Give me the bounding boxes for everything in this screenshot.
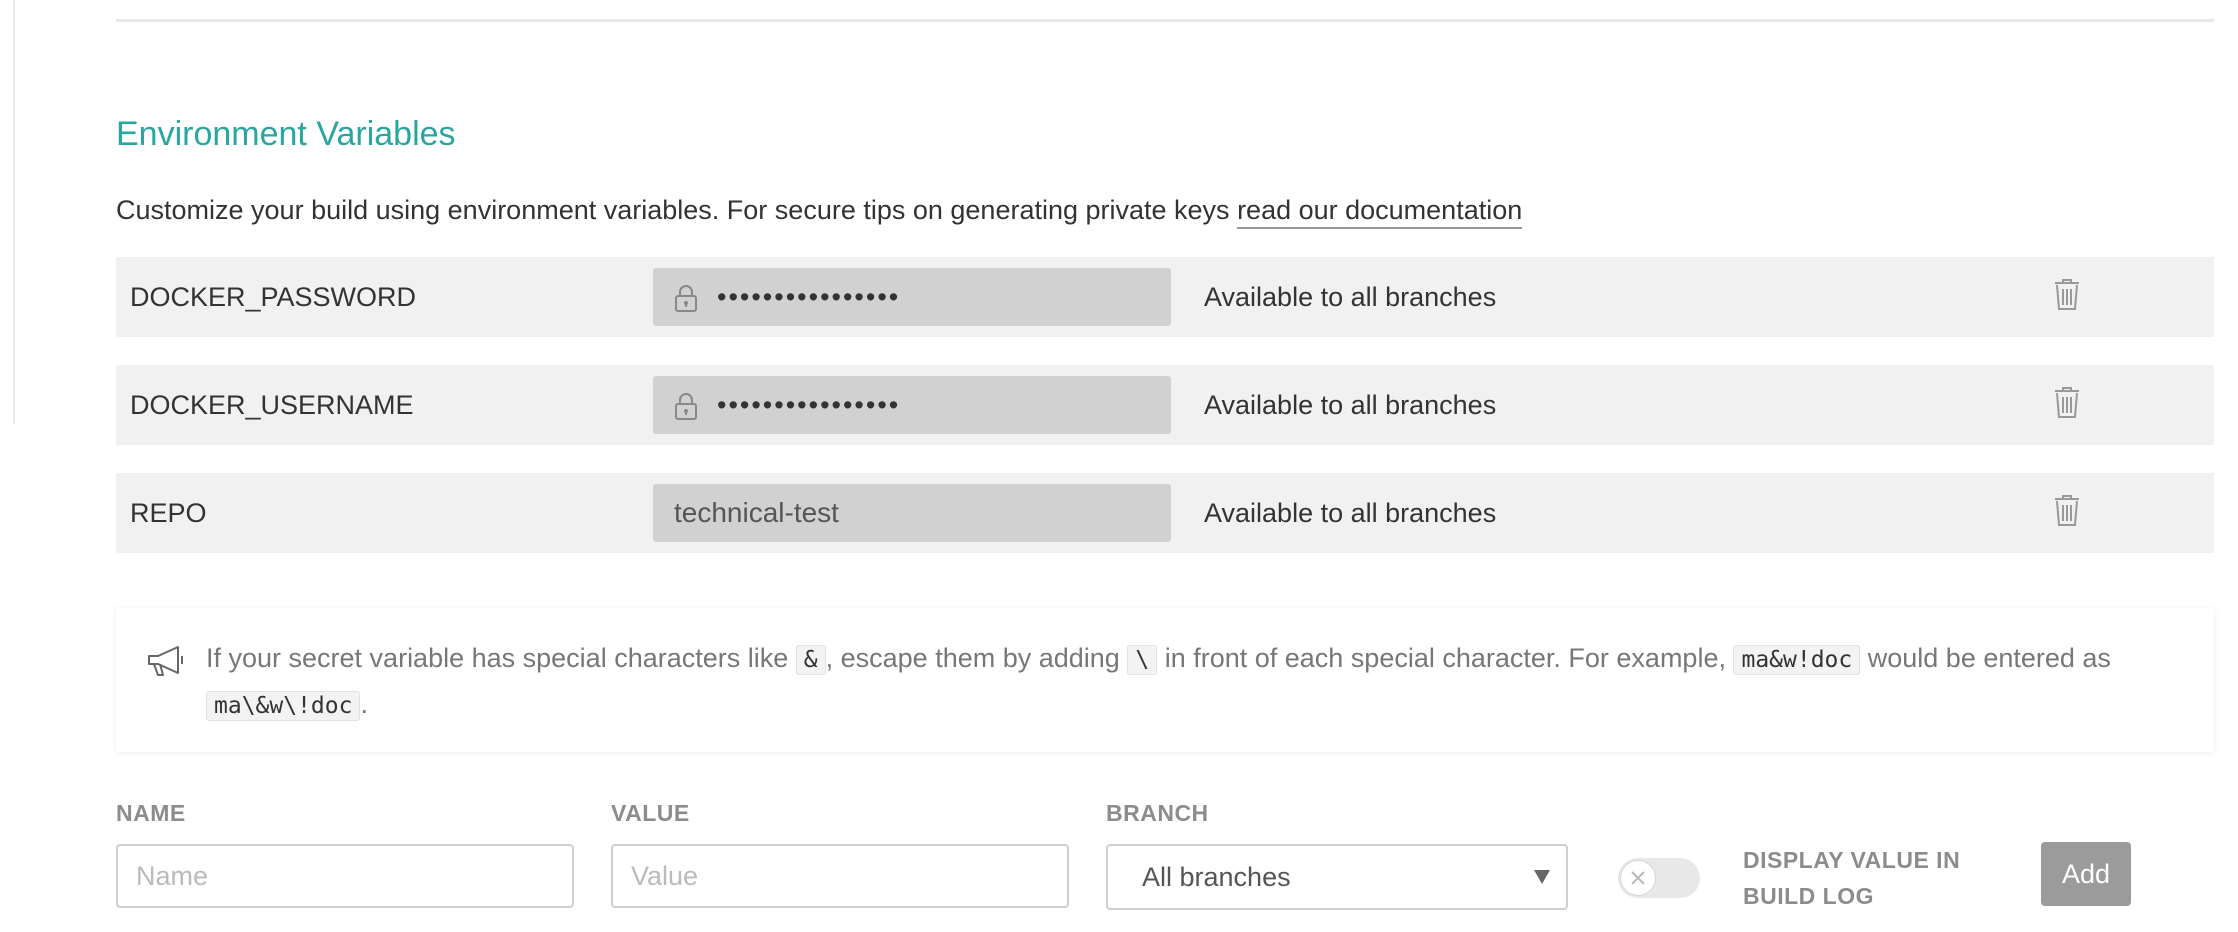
env-var-value: •••••••••••••••• — [653, 268, 1171, 326]
value-label: VALUE — [611, 800, 690, 826]
env-var-branch: Available to all branches — [1204, 390, 1497, 420]
environment-variables-page: Environment Variables Customize your bui… — [0, 0, 2238, 932]
add-button[interactable]: Add — [2041, 842, 2131, 906]
documentation-link[interactable]: read our documentation — [1237, 195, 1523, 229]
env-var-row: REPO technical-test Available to all bra… — [116, 473, 2214, 553]
value-input[interactable] — [611, 844, 1069, 908]
notice-code: \ — [1127, 645, 1158, 675]
notice-text-part: , escape them by adding — [825, 643, 1128, 673]
env-var-value: •••••••••••••••• — [653, 376, 1171, 434]
megaphone-icon — [148, 646, 183, 676]
notice-text-part: . — [360, 689, 368, 719]
delete-trash-icon[interactable] — [2052, 276, 2082, 312]
notice-text-part: in front of each special character. For … — [1157, 643, 1734, 673]
env-var-branch: Available to all branches — [1204, 498, 1497, 528]
env-var-value: technical-test — [653, 484, 1171, 542]
env-var-name: REPO — [130, 498, 207, 528]
notice-code: ma\&w\!doc — [206, 691, 361, 721]
display-value-toggle[interactable] — [1618, 858, 1700, 898]
lock-icon — [675, 285, 697, 312]
branch-label: BRANCH — [1106, 800, 1209, 826]
section-description: Customize your build using environment v… — [116, 190, 1523, 230]
env-var-name: DOCKER_USERNAME — [130, 390, 414, 420]
env-var-value-text: •••••••••••••••• — [717, 282, 901, 312]
section-title: Environment Variables — [116, 115, 456, 153]
notice-code: ma&w!doc — [1733, 645, 1861, 675]
env-var-value-text: technical-test — [674, 497, 839, 528]
name-label: NAME — [116, 800, 186, 826]
env-var-row: DOCKER_PASSWORD •••••••••••••••• Availab… — [116, 257, 2214, 337]
intro-text: Customize your build using environment v… — [116, 195, 1238, 225]
lock-icon — [675, 393, 697, 420]
toggle-knob — [1620, 860, 1656, 896]
branch-select-value: All branches — [1142, 862, 1291, 892]
display-value-label: DISPLAY VALUE IN BUILD LOG — [1743, 847, 1961, 909]
section-divider — [116, 19, 2214, 22]
env-var-value-text: •••••••••••••••• — [717, 390, 901, 420]
delete-trash-icon[interactable] — [2052, 384, 2082, 420]
notice-text: If your secret variable has special char… — [206, 636, 2166, 728]
notice-text-part: would be entered as — [1860, 643, 2111, 673]
caret-down-icon — [1534, 870, 1550, 884]
env-var-branch: Available to all branches — [1204, 282, 1497, 312]
special-characters-notice: If your secret variable has special char… — [116, 608, 2214, 752]
env-var-name: DOCKER_PASSWORD — [130, 282, 417, 312]
branch-select[interactable]: All branches — [1106, 844, 1568, 910]
notice-code: & — [795, 645, 826, 675]
name-input[interactable] — [116, 844, 574, 908]
sidebar-divider — [13, 0, 15, 424]
env-var-row: DOCKER_USERNAME •••••••••••••••• Availab… — [116, 365, 2214, 445]
delete-trash-icon[interactable] — [2052, 492, 2082, 528]
notice-text-part: If your secret variable has special char… — [206, 643, 796, 673]
x-icon — [1631, 871, 1645, 885]
